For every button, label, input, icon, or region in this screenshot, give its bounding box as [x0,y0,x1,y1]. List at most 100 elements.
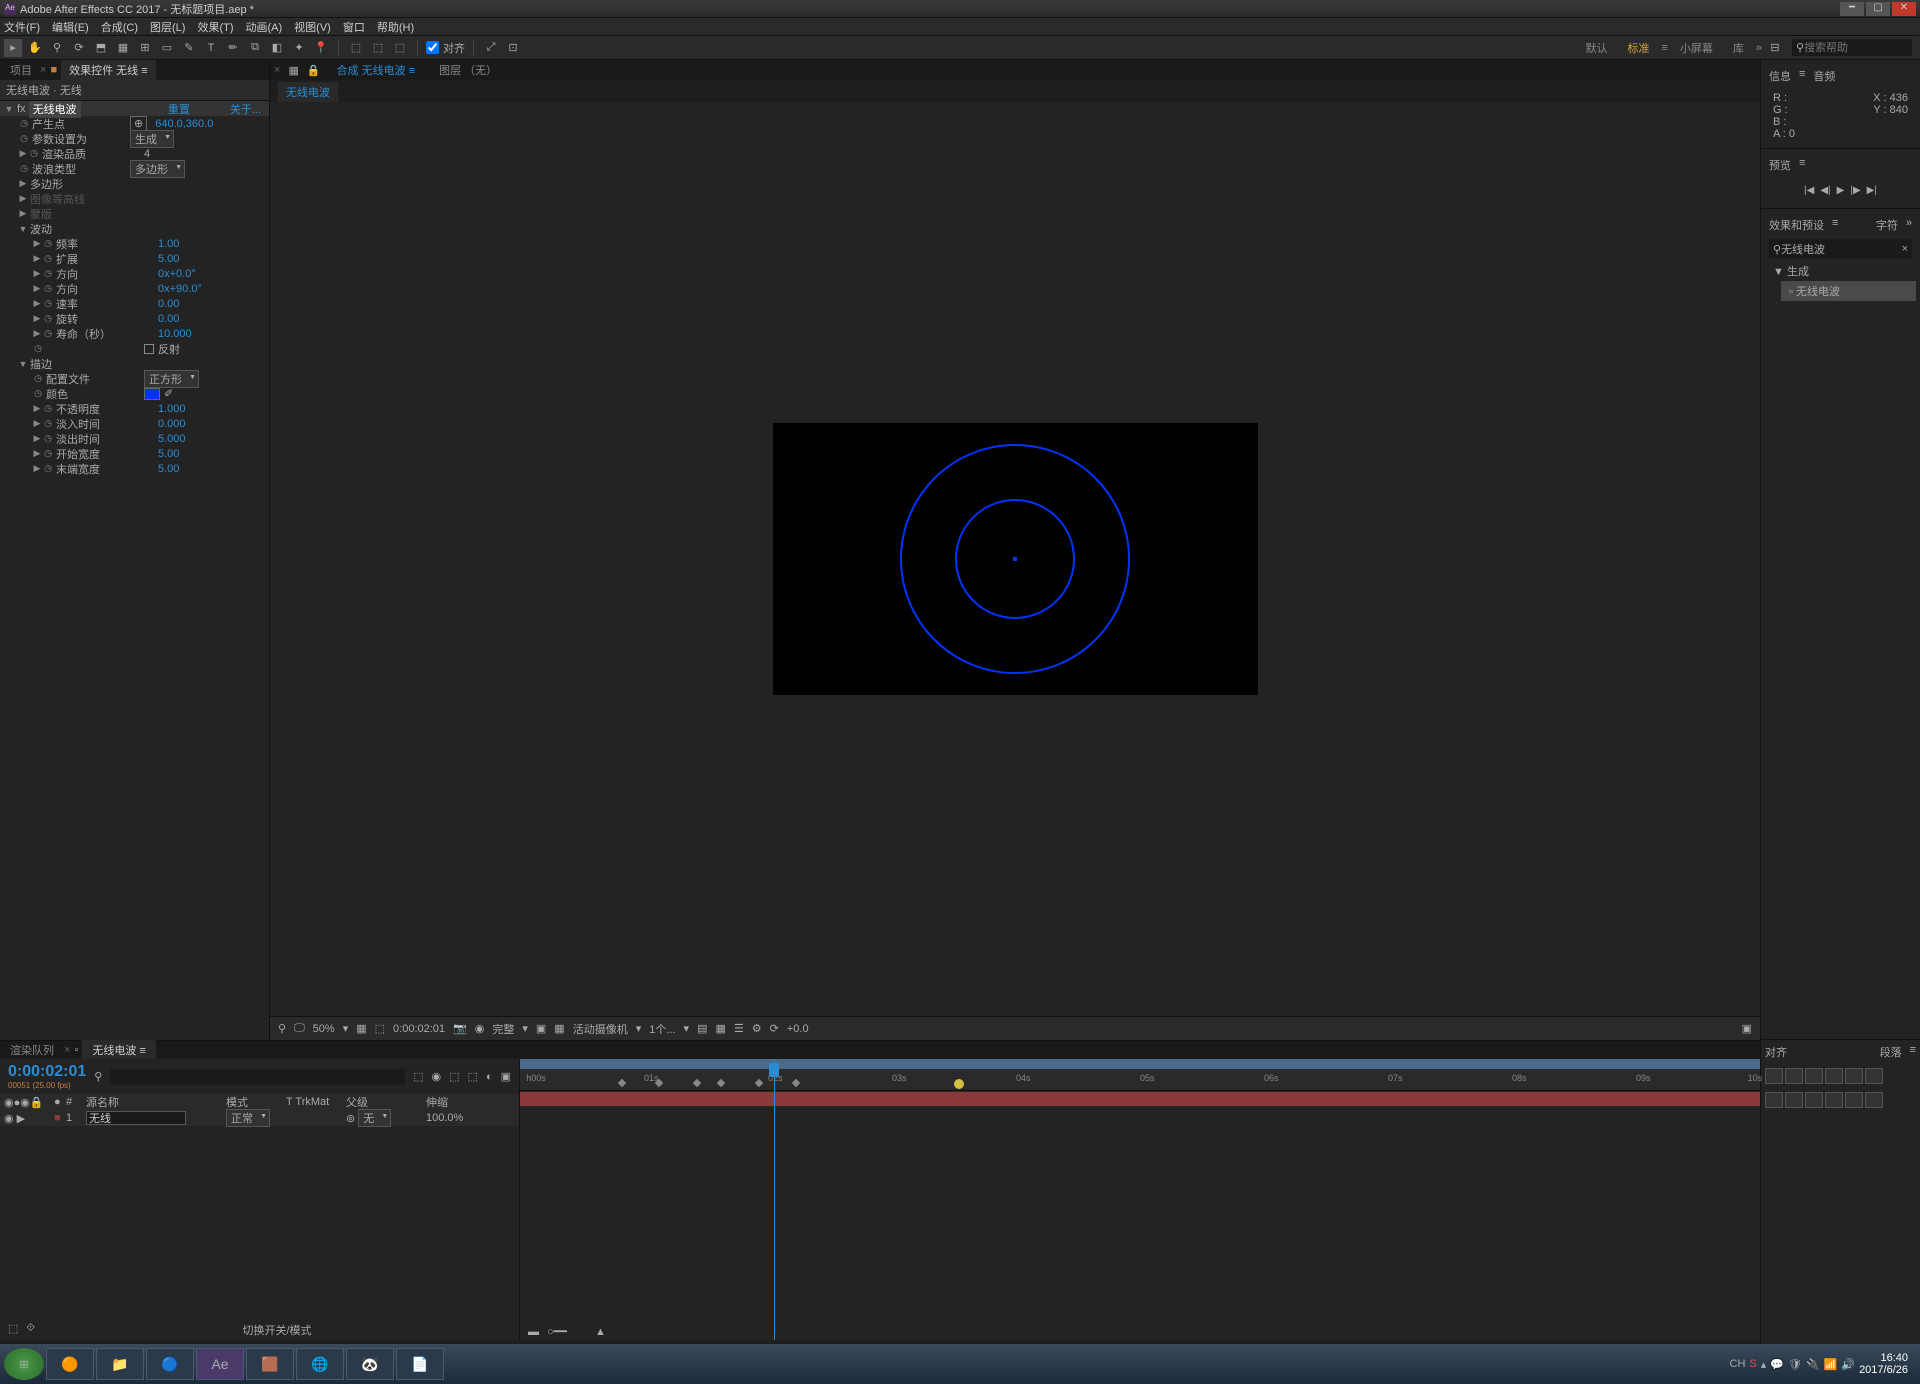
pan-behind-tool[interactable]: ⊞ [136,39,154,57]
twirl-icon[interactable]: ▶ [32,283,42,294]
help-search-input[interactable] [1804,42,1894,54]
toggle-modes-icon[interactable]: ⟐ [26,1322,35,1338]
tree-radio-waves[interactable]: ▫ 无线电波 [1781,281,1916,301]
keyframe[interactable] [618,1079,626,1087]
video-toggle-icon[interactable]: ◉ [4,1113,14,1125]
snapping-checkbox[interactable] [426,41,439,54]
twirl-icon[interactable]: ▶ [32,433,42,444]
comp-mini-flowchart-icon[interactable]: ⬚ [413,1070,423,1083]
twirl-icon[interactable]: ▶ [32,238,42,249]
twirl-icon[interactable]: ▶ [32,313,42,324]
align-right-button[interactable] [1805,1068,1823,1084]
frame-blend-icon[interactable]: ⬚ [468,1070,478,1083]
menu-animation[interactable]: 动画(A) [246,19,283,35]
roto-brush-tool[interactable]: ✦ [290,39,308,57]
fadein-value[interactable]: 0.000 [154,418,186,430]
align-bottom-button[interactable] [1865,1068,1883,1084]
paragraph-tab[interactable]: 段落 [1880,1044,1902,1060]
stopwatch-icon[interactable]: ◷ [42,298,54,309]
draft-3d-icon[interactable]: ◉ [432,1070,442,1083]
lock-icon[interactable]: 🔒 [307,64,321,77]
layer-bar[interactable] [520,1092,1760,1106]
preview-tab[interactable]: 预览 [1769,157,1791,173]
hand-tool[interactable]: ✋ [26,39,44,57]
align-vcenter-button[interactable] [1845,1068,1863,1084]
stopwatch-icon[interactable]: ◷ [42,268,54,279]
shy-icon[interactable]: ⬚ [449,1070,459,1083]
roi-icon[interactable]: ▣ [536,1022,546,1035]
mask-icon[interactable]: ⬚ [375,1022,385,1035]
world-axis-icon[interactable]: ⬚ [369,39,387,57]
menu-view[interactable]: 视图(V) [294,19,331,35]
workspace-library[interactable]: 库 [1725,40,1752,56]
param-dropdown[interactable]: 生成 [130,130,174,148]
stopwatch-icon[interactable]: ◷ [18,118,30,129]
fx-icon[interactable]: fx [14,103,29,115]
stopwatch-icon[interactable]: ◷ [42,403,54,414]
stopwatch-icon[interactable]: ◷ [28,148,40,159]
stopwatch-icon[interactable]: ◷ [42,238,54,249]
blend-mode-dropdown[interactable]: 正常 [226,1109,270,1127]
tree-generate[interactable]: ▼ 生成 [1765,261,1916,281]
task-explorer[interactable]: 📁 [96,1348,144,1380]
local-axis-icon[interactable]: ⬚ [347,39,365,57]
layer-name-input[interactable] [86,1111,186,1125]
snap-edge-icon[interactable]: ⤢ [482,39,500,57]
dist-left-button[interactable] [1765,1092,1783,1108]
effects-presets-tab[interactable]: 效果和预设 [1769,217,1824,233]
workspace-standard[interactable]: 标准 [1619,40,1657,56]
direction-value[interactable]: 0x+0.0° [154,268,196,280]
twirl-icon[interactable]: ▶ [32,298,42,309]
rotate-tool[interactable]: ⬒ [92,39,110,57]
last-frame-button[interactable]: ▶| [1867,185,1877,196]
layer-row-1[interactable]: ◉ ▶ ■ 1 正常 ⊚ 无 100.0% [0,1110,519,1126]
twirl-icon[interactable]: ▼ [4,104,14,114]
timeline-comp-tab[interactable]: 无线电波 ≡ [82,1040,155,1060]
reflection-checkbox[interactable] [144,344,154,354]
stretch-value[interactable]: 100.0% [426,1112,463,1124]
views-dropdown[interactable]: 1个... [649,1021,675,1037]
selection-tool[interactable]: ▸ [4,39,22,57]
tray-clock[interactable]: 16:40 2017/6/26 [1859,1352,1908,1376]
comp-tab[interactable]: 合成 无线电波 ≡ [329,60,424,80]
resolution-dropdown[interactable]: 完整 [492,1021,514,1037]
fadeout-value[interactable]: 5.000 [154,433,186,445]
play-button[interactable]: ▶ [1837,185,1845,196]
tray-network-icon[interactable]: 📶 [1824,1358,1838,1371]
camera-tool[interactable]: ▦ [114,39,132,57]
stopwatch-icon[interactable]: ◷ [42,283,54,294]
project-tab[interactable]: 项目 [2,60,40,80]
zoom-value[interactable]: 50% [313,1023,335,1035]
dist-hcenter-button[interactable] [1785,1092,1803,1108]
camera-dropdown[interactable]: 活动摄像机 [573,1021,628,1037]
audio-tab[interactable]: 音频 [1813,68,1835,84]
channel-icon[interactable]: ◉ [475,1022,485,1035]
effect-controls-tab[interactable]: 效果控件 无线 ≡ [61,60,156,80]
puppet-tool[interactable]: 📍 [312,39,330,57]
keyframe[interactable] [655,1079,663,1087]
dist-bottom-button[interactable] [1865,1092,1883,1108]
workspace-default[interactable]: 默认 [1577,40,1615,56]
keyframe[interactable] [792,1079,800,1087]
twirl-icon[interactable]: ▶ [32,253,42,264]
current-timecode[interactable]: 0:00:02:01 [8,1063,86,1081]
first-frame-button[interactable]: |◀ [1804,185,1814,196]
align-hcenter-button[interactable] [1785,1068,1803,1084]
clear-search-icon[interactable]: × [1902,243,1908,255]
tray-volume-icon[interactable]: 🔊 [1841,1358,1855,1371]
timeline-tracks[interactable]: h00s 01s 02s 03s 04s 05s 06s 07s 08s 09s… [520,1059,1760,1340]
zoom-out-icon[interactable]: ▬ [528,1326,539,1338]
maximize-viewer-icon[interactable]: ▣ [1742,1022,1752,1035]
dist-right-button[interactable] [1805,1092,1823,1108]
twirl-icon[interactable]: ▶ [18,178,28,189]
twirl-icon[interactable]: ▼ [18,224,28,234]
keyframe[interactable] [717,1079,725,1087]
render-queue-tab[interactable]: 渲染队列 [0,1040,64,1060]
minimize-button[interactable]: ━ [1840,2,1864,16]
flowchart-nav-icon[interactable]: ⚙ [752,1022,762,1035]
task-browser[interactable]: 🌐 [296,1348,344,1380]
stopwatch-icon[interactable]: ◷ [32,373,44,384]
parent-pickwhip-icon[interactable]: ⊚ [346,1113,355,1125]
stopwatch-icon[interactable]: ◷ [18,133,30,144]
transparency-icon[interactable]: ▦ [554,1022,564,1035]
